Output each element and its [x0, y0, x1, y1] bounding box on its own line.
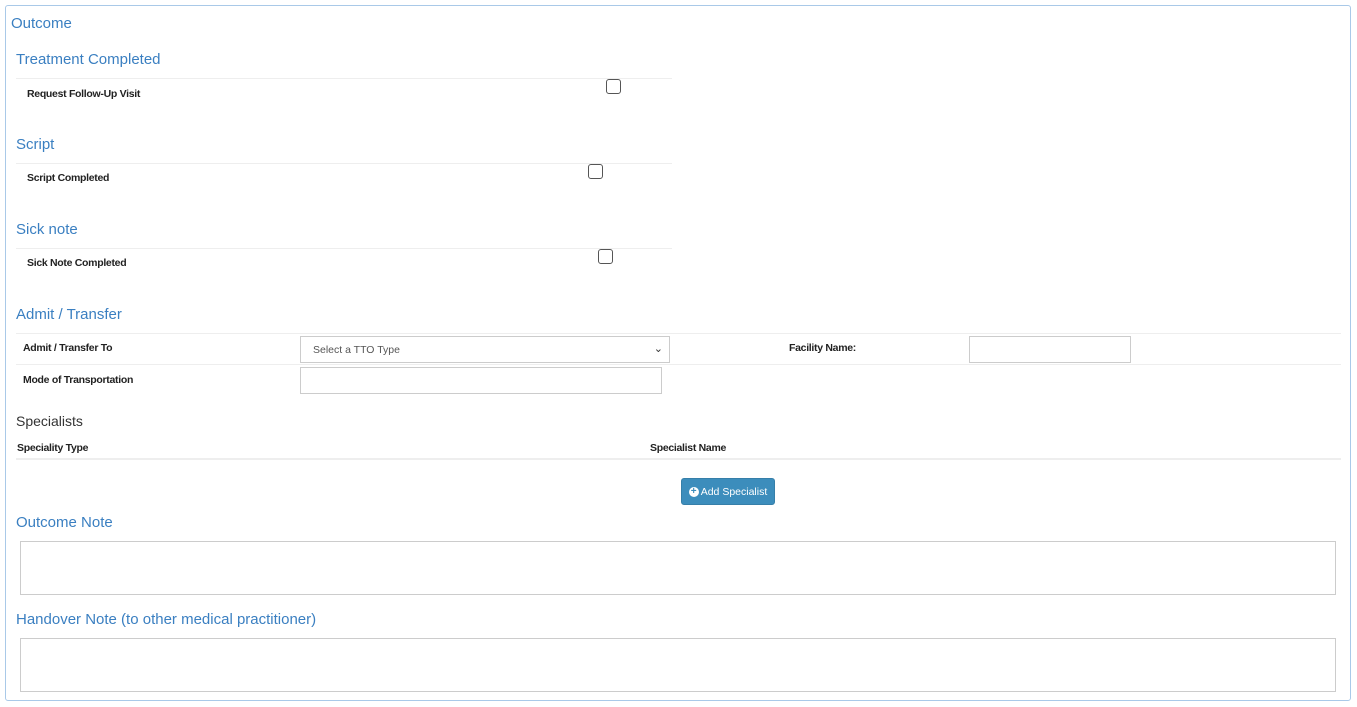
- specialist-name-header: Specialist Name: [650, 442, 727, 454]
- panel-title: Outcome: [11, 15, 72, 32]
- script-completed-label: Script Completed: [27, 172, 110, 184]
- sick-note-heading: Sick note: [16, 221, 78, 238]
- admit-heading: Admit / Transfer: [16, 306, 122, 323]
- chevron-down-icon: ⌄: [653, 343, 663, 355]
- facility-name-label: Facility Name:: [789, 342, 856, 354]
- add-specialist-label: Add Specialist: [700, 485, 768, 498]
- transport-input[interactable]: [300, 367, 662, 394]
- outcome-panel: [5, 5, 1351, 701]
- admit-to-label: Admit / Transfer To: [23, 342, 113, 354]
- treatment-heading: Treatment Completed: [16, 51, 161, 68]
- facility-name-input[interactable]: [969, 336, 1131, 363]
- tto-type-value: Select a TTO Type: [313, 344, 400, 356]
- script-heading: Script: [16, 136, 55, 153]
- handover-note-heading: Handover Note (to other medical practiti…: [16, 611, 317, 628]
- specialists-heading: Specialists: [16, 413, 83, 429]
- tto-type-select[interactable]: Select a TTO Type ⌄: [300, 336, 670, 363]
- script-completed-checkbox[interactable]: [588, 164, 603, 179]
- outcome-note-heading: Outcome Note: [16, 514, 113, 531]
- handover-note-textarea[interactable]: [20, 638, 1336, 692]
- speciality-type-header: Speciality Type: [17, 442, 89, 454]
- outcome-note-textarea[interactable]: [20, 541, 1336, 595]
- sick-note-checkbox[interactable]: [598, 249, 613, 264]
- transport-label: Mode of Transportation: [23, 374, 134, 386]
- follow-up-checkbox[interactable]: [606, 79, 621, 94]
- plus-circle-icon: +: [688, 486, 699, 497]
- add-specialist-button[interactable]: + Add Specialist: [681, 478, 775, 505]
- follow-up-label: Request Follow-Up Visit: [27, 88, 141, 100]
- sick-note-label: Sick Note Completed: [27, 257, 127, 269]
